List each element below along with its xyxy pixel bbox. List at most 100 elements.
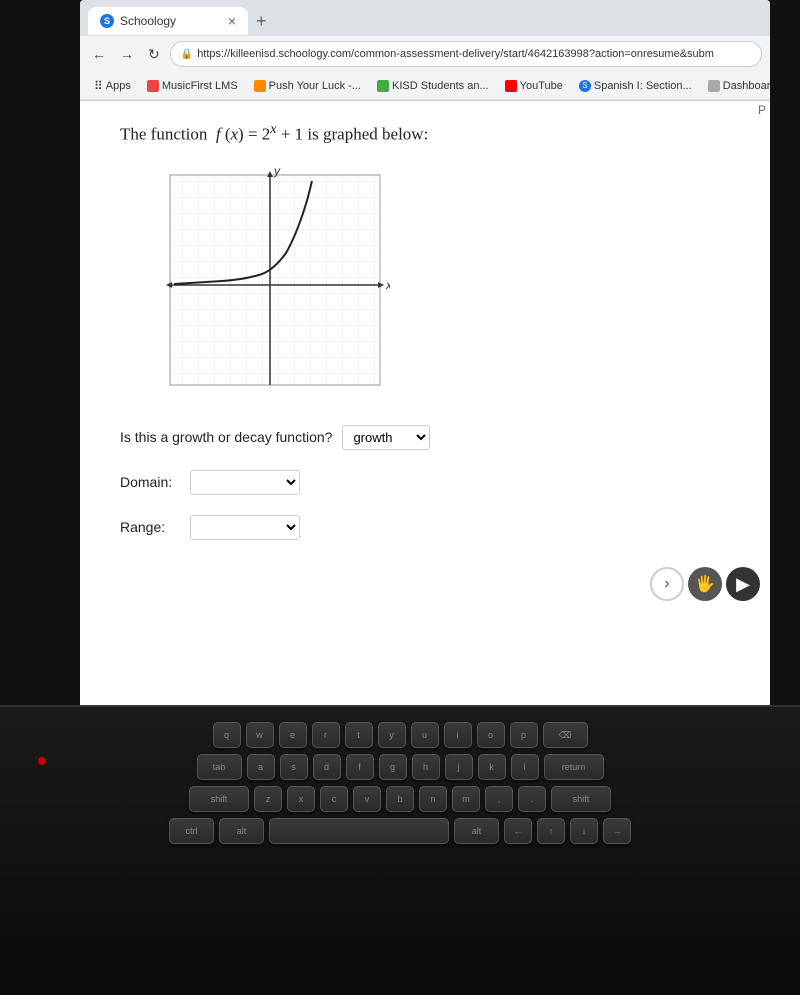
- key-period[interactable]: .: [518, 786, 546, 812]
- key-m[interactable]: m: [452, 786, 480, 812]
- key-c[interactable]: c: [320, 786, 348, 812]
- key-ctrl[interactable]: ctrl: [169, 818, 214, 844]
- key-up[interactable]: ↑: [537, 818, 565, 844]
- hand-icon: 🖐: [695, 574, 715, 594]
- bookmark-dashboard[interactable]: Dashboard - ...: [702, 78, 770, 94]
- bookmark-apps-label: Apps: [106, 80, 131, 92]
- key-w[interactable]: w: [246, 722, 274, 748]
- range-select[interactable]: [190, 515, 300, 540]
- youtube-icon: [505, 80, 517, 92]
- side-buttons: › 🖐 ▶: [650, 567, 760, 601]
- svg-text:y: y: [273, 165, 281, 178]
- tab-bar: S Schoology × +: [80, 0, 770, 36]
- back-button[interactable]: ←: [88, 44, 110, 64]
- bookmark-spanish-label: Spanish I: Section...: [594, 80, 692, 92]
- key-x[interactable]: x: [287, 786, 315, 812]
- bookmark-youtube-label: YouTube: [520, 80, 563, 92]
- key-enter[interactable]: return: [544, 754, 604, 780]
- bookmark-spanish[interactable]: S Spanish I: Section...: [573, 78, 698, 94]
- kisd-icon: [377, 80, 389, 92]
- key-n[interactable]: n: [419, 786, 447, 812]
- bookmark-pushyourluck-label: Push Your Luck -...: [269, 80, 361, 92]
- key-k[interactable]: k: [478, 754, 506, 780]
- key-q[interactable]: q: [213, 722, 241, 748]
- key-i[interactable]: i: [444, 722, 472, 748]
- key-j[interactable]: j: [445, 754, 473, 780]
- keyboard-area: q w e r t y u i o p ⌫ tab a s d f g h j …: [0, 705, 800, 995]
- key-shift-left[interactable]: shift: [189, 786, 249, 812]
- browser-window: S Schoology × + ← → ↻ 🔒 https://killeeni…: [80, 0, 770, 710]
- key-row-2: tab a s d f g h j k l return: [30, 754, 770, 780]
- page-content: P The function f (x) = 2x + 1 is graphed…: [80, 101, 770, 661]
- apps-icon: ⠿: [94, 79, 103, 93]
- keyboard-rows: q w e r t y u i o p ⌫ tab a s d f g h j …: [0, 707, 800, 854]
- musicfirst-icon: [147, 80, 159, 92]
- key-a[interactable]: a: [247, 754, 275, 780]
- tab-label: Schoology: [120, 14, 176, 28]
- key-row-4: ctrl alt alt ← ↑ ↓ →: [30, 818, 770, 844]
- range-row: Range:: [120, 515, 730, 540]
- key-left[interactable]: ←: [504, 818, 532, 844]
- key-h[interactable]: h: [412, 754, 440, 780]
- address-bar-row: ← → ↻ 🔒 https://killeenisd.schoology.com…: [80, 36, 770, 72]
- key-f[interactable]: f: [346, 754, 374, 780]
- key-o[interactable]: o: [477, 722, 505, 748]
- new-tab-button[interactable]: +: [250, 11, 273, 32]
- bookmark-pushyourluck[interactable]: Push Your Luck -...: [248, 78, 367, 94]
- spanish-icon: S: [579, 80, 591, 92]
- tab-close-button[interactable]: ×: [228, 14, 236, 28]
- active-tab[interactable]: S Schoology ×: [88, 7, 248, 35]
- reload-button[interactable]: ↻: [144, 44, 164, 65]
- url-text: https://killeenisd.schoology.com/common-…: [197, 48, 714, 60]
- key-g[interactable]: g: [379, 754, 407, 780]
- key-right[interactable]: →: [603, 818, 631, 844]
- tab-favicon: S: [100, 14, 114, 28]
- key-alt-right[interactable]: alt: [454, 818, 499, 844]
- key-p[interactable]: p: [510, 722, 538, 748]
- key-s[interactable]: s: [280, 754, 308, 780]
- key-l[interactable]: l: [511, 754, 539, 780]
- growth-decay-row: Is this a growth or decay function? grow…: [120, 425, 730, 450]
- growth-decay-select[interactable]: growth decay: [342, 425, 430, 450]
- forward-button[interactable]: →: [116, 44, 138, 64]
- dashboard-icon: [708, 80, 720, 92]
- key-tab[interactable]: tab: [197, 754, 242, 780]
- bookmark-apps[interactable]: ⠿ Apps: [88, 77, 137, 95]
- bookmark-dashboard-label: Dashboard - ...: [723, 80, 770, 92]
- red-indicator-dot: [38, 757, 46, 765]
- key-b[interactable]: b: [386, 786, 414, 812]
- bookmark-youtube[interactable]: YouTube: [499, 78, 569, 94]
- p-indicator: P: [758, 103, 766, 117]
- key-u[interactable]: u: [411, 722, 439, 748]
- hand-button[interactable]: 🖐: [688, 567, 722, 601]
- key-z[interactable]: z: [254, 786, 282, 812]
- play-icon: ▶: [736, 574, 750, 595]
- key-row-3: shift z x c v b n m , . shift: [30, 786, 770, 812]
- pushyourluck-icon: [254, 80, 266, 92]
- bookmarks-bar: ⠿ Apps MusicFirst LMS Push Your Luck -..…: [80, 72, 770, 100]
- bookmark-musicfirst[interactable]: MusicFirst LMS: [141, 78, 244, 94]
- play-button[interactable]: ▶: [726, 567, 760, 601]
- key-backspace[interactable]: ⌫: [543, 722, 588, 748]
- key-row-1: q w e r t y u i o p ⌫: [30, 722, 770, 748]
- bookmark-kisd[interactable]: KISD Students an...: [371, 78, 495, 94]
- key-v[interactable]: v: [353, 786, 381, 812]
- key-alt[interactable]: alt: [219, 818, 264, 844]
- key-y[interactable]: y: [378, 722, 406, 748]
- key-space[interactable]: [269, 818, 449, 844]
- question-text: The function f (x) = 2x + 1 is graphed b…: [120, 121, 730, 145]
- address-box[interactable]: 🔒 https://killeenisd.schoology.com/commo…: [170, 41, 762, 67]
- svg-text:x: x: [385, 278, 390, 292]
- key-down[interactable]: ↓: [570, 818, 598, 844]
- lock-icon: 🔒: [181, 49, 193, 60]
- key-t[interactable]: t: [345, 722, 373, 748]
- key-e[interactable]: e: [279, 722, 307, 748]
- bookmark-musicfirst-label: MusicFirst LMS: [162, 80, 238, 92]
- previous-button[interactable]: ›: [650, 567, 684, 601]
- key-r[interactable]: r: [312, 722, 340, 748]
- chevron-left-icon: ›: [664, 575, 669, 593]
- key-d[interactable]: d: [313, 754, 341, 780]
- key-shift-right[interactable]: shift: [551, 786, 611, 812]
- domain-select[interactable]: [190, 470, 300, 495]
- key-comma[interactable]: ,: [485, 786, 513, 812]
